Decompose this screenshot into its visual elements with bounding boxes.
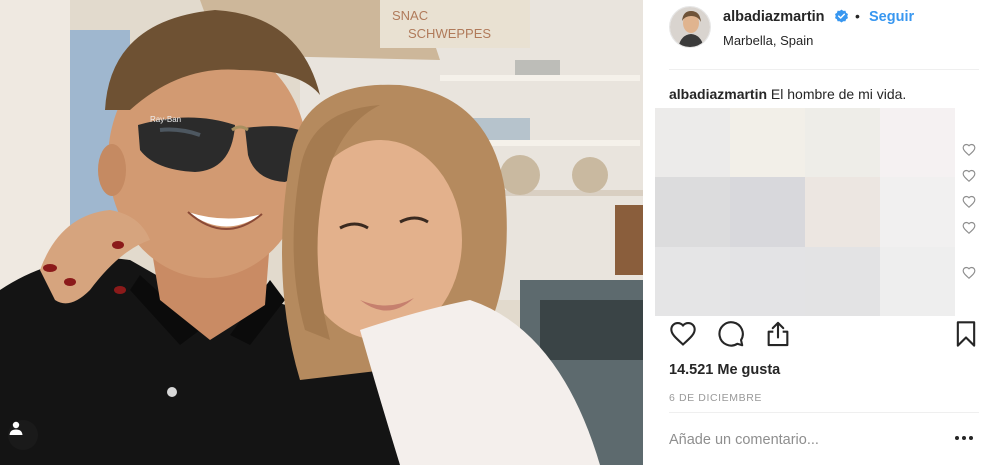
sign-text-brand: SCHWEPPES — [408, 26, 491, 41]
header-divider — [669, 69, 979, 70]
post-action-bar — [643, 318, 1000, 352]
post-photo[interactable]: SNAC SCHWEPPES Ray-Ban — [0, 0, 643, 465]
comment-like-heart-icon[interactable] — [962, 221, 976, 235]
comment-like-heart-icon[interactable] — [962, 143, 976, 157]
user-tag-button[interactable] — [8, 420, 38, 450]
user-tag-icon — [9, 421, 23, 435]
bookmark-icon[interactable] — [952, 320, 980, 348]
username-link[interactable]: albadiazmartin — [723, 9, 825, 25]
separator-dot: • — [855, 8, 860, 24]
post-sidebar: albadiazmartin • Seguir Marbella, Spain … — [643, 0, 1000, 465]
avatar[interactable] — [669, 6, 711, 48]
caption-username[interactable]: albadiazmartin — [669, 86, 767, 102]
avatar-image — [670, 7, 710, 47]
selfie-illustration: SNAC SCHWEPPES Ray-Ban — [0, 0, 643, 465]
post-header: albadiazmartin • Seguir Marbella, Spain — [643, 0, 1000, 70]
post-date[interactable]: 6 DE DICIEMBRE — [669, 392, 762, 404]
share-icon[interactable] — [764, 320, 792, 348]
verified-badge-icon — [835, 9, 848, 23]
like-count[interactable]: 14.521 Me gusta — [669, 362, 780, 378]
follow-button[interactable]: Seguir — [869, 9, 914, 25]
post-caption: albadiazmartin El hombre de mi vida. — [669, 86, 906, 102]
location-link[interactable]: Marbella, Spain — [723, 33, 813, 48]
comment-input[interactable] — [669, 428, 939, 452]
sign-text: SNAC — [392, 8, 428, 23]
comment-bubble-icon[interactable] — [717, 320, 745, 348]
sunglasses-brand: Ray-Ban — [150, 115, 181, 124]
comment-like-heart-icon[interactable] — [962, 169, 976, 183]
more-dots-icon[interactable] — [954, 433, 974, 443]
heart-icon[interactable] — [669, 320, 697, 348]
comment-divider — [669, 412, 979, 413]
comment-like-heart-icon[interactable] — [962, 195, 976, 209]
comment-like-heart-icon[interactable] — [962, 266, 976, 280]
blurred-comments-area — [655, 108, 955, 316]
caption-text: El hombre de mi vida. — [767, 86, 907, 102]
